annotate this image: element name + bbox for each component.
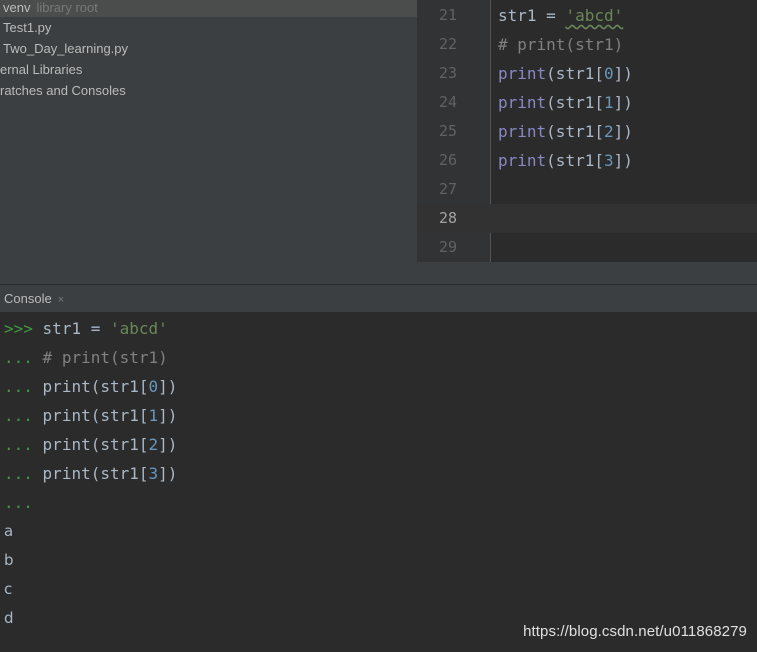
console-input-line: ... print(str1[1]) [4, 406, 178, 425]
editor-line[interactable]: 29 [417, 233, 757, 262]
editor-line[interactable]: 25 print(str1[2]) [417, 117, 757, 146]
prompt-icon: ... [4, 435, 33, 454]
editor-line[interactable]: 27 [417, 175, 757, 204]
line-number: 28 [438, 209, 457, 227]
code-text: print(str1[2]) [498, 122, 633, 141]
tab-console[interactable]: Console × [0, 285, 69, 312]
console-input-line: ... print(str1[0]) [4, 377, 178, 396]
console-input-line: ... print(str1[3]) [4, 464, 178, 483]
code-text: str1 = 'abcd' [498, 6, 624, 25]
tree-item-test1[interactable]: Test1.py [0, 17, 417, 38]
code-text: print(str1[1]) [498, 93, 633, 112]
tree-item-venv[interactable]: venv library root [0, 0, 417, 17]
console-output-line: d [4, 609, 14, 627]
prompt-icon: ... [4, 493, 33, 512]
watermark-url: https://blog.csdn.net/u011868279 [523, 623, 747, 640]
tree-item-external-libraries[interactable]: ernal Libraries [0, 59, 417, 80]
console-output-line: a [4, 522, 14, 540]
line-number: 25 [438, 122, 457, 140]
tree-item-scratches[interactable]: ratches and Consoles [0, 80, 417, 101]
code-text: # print(str1) [498, 35, 624, 54]
editor-bottom-bar [417, 262, 757, 284]
line-number: 29 [438, 238, 457, 256]
editor-line[interactable]: 22 # print(str1) [417, 30, 757, 59]
line-number: 26 [438, 151, 457, 169]
line-number: 22 [438, 35, 457, 53]
tab-label: Console [4, 291, 52, 306]
line-number: 27 [438, 180, 457, 198]
prompt-icon: >>> [4, 319, 33, 338]
line-number: 23 [438, 64, 457, 82]
editor-line[interactable]: 26 print(str1[3]) [417, 146, 757, 175]
tree-item-label: Test1.py [3, 20, 52, 35]
console-input-line: ... # print(str1) [4, 348, 168, 367]
tree-item-label: venv [3, 0, 31, 15]
code-text: print(str1[0]) [498, 64, 633, 83]
console-input-line: >>> str1 = 'abcd' [4, 319, 168, 338]
tree-item-two-day-learning[interactable]: Two_Day_learning.py [0, 38, 417, 59]
prompt-icon: ... [4, 464, 33, 483]
tree-item-label: ratches and Consoles [0, 83, 126, 98]
console-output-line: c [4, 580, 13, 598]
project-tree-panel: venv library root Test1.py Two_Day_learni… [0, 0, 417, 284]
line-number: 21 [438, 6, 457, 24]
close-icon[interactable]: × [58, 294, 64, 306]
editor-caret-line[interactable]: 28 [417, 204, 757, 233]
python-console[interactable]: >>> str1 = 'abcd' ... # print(str1) ... … [0, 312, 757, 652]
editor-line[interactable]: 24 print(str1[1]) [417, 88, 757, 117]
console-tab-bar: Console × [0, 284, 757, 313]
line-number: 24 [438, 93, 457, 111]
editor-line[interactable]: 23 print(str1[0]) [417, 59, 757, 88]
tree-item-label: ernal Libraries [0, 62, 83, 77]
console-input-line: ... print(str1[2]) [4, 435, 178, 454]
console-output-line: b [4, 551, 14, 569]
prompt-icon: ... [4, 406, 33, 425]
console-input-line: ... [4, 488, 33, 517]
code-text: print(str1[3]) [498, 151, 633, 170]
tree-item-label: Two_Day_learning.py [3, 41, 129, 56]
library-root-hint: library root [36, 0, 98, 15]
code-editor[interactable]: 21 str1 = 'abcd' 22 # print(str1) 23 pri… [417, 0, 757, 262]
editor-line[interactable]: 21 str1 = 'abcd' [417, 1, 757, 30]
prompt-icon: ... [4, 348, 33, 367]
prompt-icon: ... [4, 377, 33, 396]
